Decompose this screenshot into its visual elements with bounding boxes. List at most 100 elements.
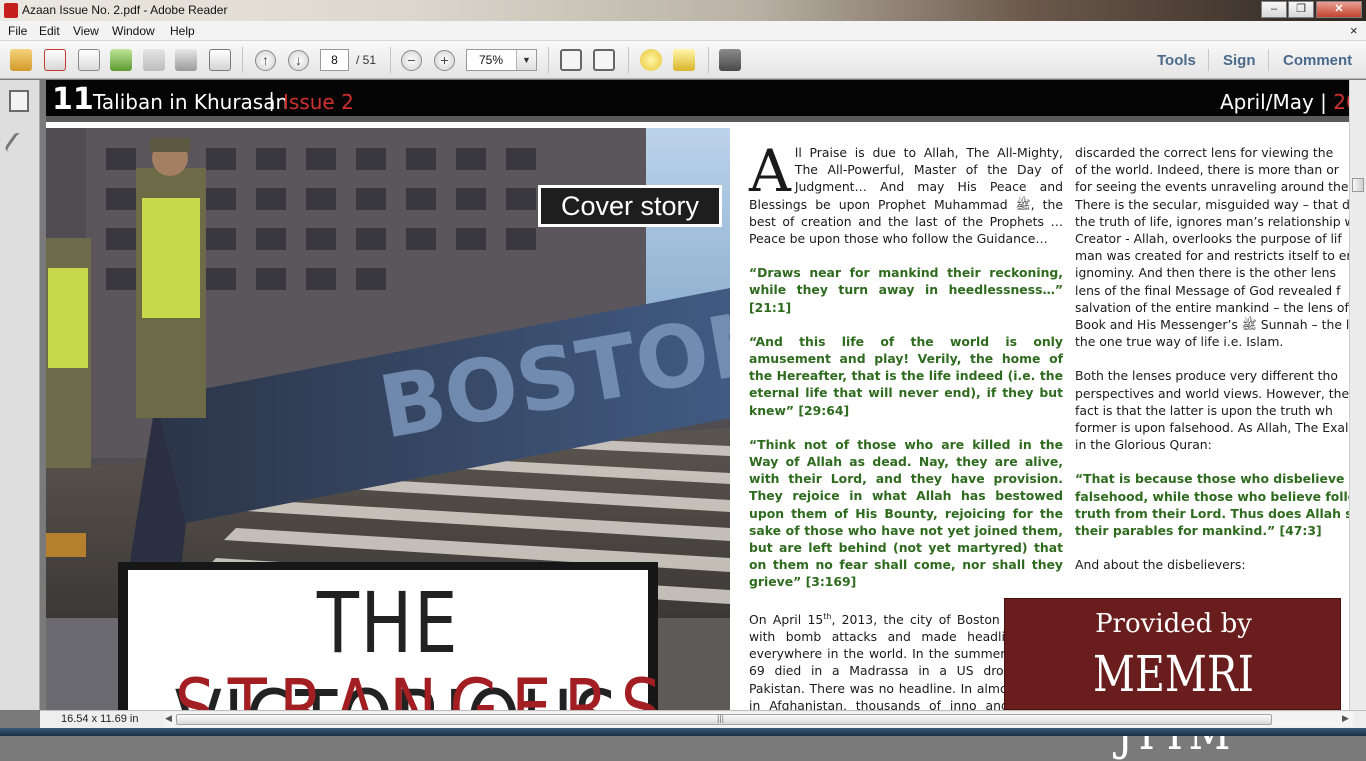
- cover-story-label: Cover story: [538, 185, 722, 227]
- magazine-title: Taliban in Khurasan: [93, 90, 289, 114]
- chevron-down-icon[interactable]: ▼: [516, 50, 536, 70]
- magazine-page-number: 11: [52, 82, 94, 117]
- next-page-icon[interactable]: ↓: [288, 50, 309, 71]
- status-bar: 16.54 x 11.69 in ◀ ||| ▶: [40, 710, 1366, 728]
- edit-document-icon[interactable]: [78, 49, 100, 71]
- col2-line: Book and His Messenger’s ﷺ Sunnah – the …: [1075, 317, 1349, 333]
- create-pdf-icon[interactable]: [44, 49, 66, 71]
- page-number-input[interactable]: 8: [320, 49, 349, 71]
- col2-line: the truth of life, ignores man’s relatio…: [1075, 213, 1349, 229]
- fit-width-icon[interactable]: [560, 49, 582, 71]
- zoom-in-icon[interactable]: +: [434, 50, 455, 71]
- close-window-button[interactable]: ✕: [1316, 1, 1362, 18]
- horizontal-scrollbar-thumb[interactable]: |||: [176, 713, 1272, 725]
- magazine-date-year: 201: [1333, 90, 1349, 114]
- horizontal-scrollbar[interactable]: ◀ ||| ▶: [164, 712, 1354, 727]
- comment-pane-button[interactable]: Comment: [1283, 52, 1352, 69]
- fit-page-icon[interactable]: [593, 49, 615, 71]
- col2-spacer: [1075, 539, 1349, 556]
- close-document-icon[interactable]: ×: [1350, 23, 1358, 38]
- magazine-header: 11 Taliban in Khurasan | Issue 2 April/M…: [46, 80, 1349, 122]
- os-taskbar: [0, 728, 1366, 736]
- highlight-text-icon[interactable]: [673, 49, 695, 71]
- watermark-line-2: MEMRI JTTM: [1093, 645, 1254, 761]
- col2-quote-line: falsehood, while those who believe follo: [1075, 488, 1349, 504]
- page-total-label: / 51: [356, 53, 377, 67]
- article-paragraph-start: On April 15: [749, 611, 824, 627]
- col2-line: in the Glorious Quran:: [1075, 437, 1212, 453]
- col2-quote-line: their parables for mankind.” [47:3]: [1075, 523, 1322, 539]
- col2-line: salvation of the entire mankind – the le…: [1075, 299, 1349, 315]
- upload-cloud-icon[interactable]: [110, 49, 132, 71]
- window-titlebar: Azaan Issue No. 2.pdf - Adobe Reader ‒ ❐…: [0, 0, 1366, 21]
- full-screen-icon[interactable]: [719, 49, 741, 71]
- headline-line-2: STRANGERS: [174, 664, 674, 712]
- menu-edit[interactable]: Edit: [39, 24, 60, 38]
- article-column-2: discarded the correct lens for viewing t…: [1075, 144, 1349, 573]
- col2-line: for seeing the events unraveling around …: [1075, 179, 1349, 195]
- menu-help[interactable]: Help: [170, 24, 195, 38]
- tools-pane-button[interactable]: Tools: [1157, 52, 1196, 69]
- headline-box: THE VICTORIOUS STRANGERS: [118, 562, 674, 712]
- zoom-out-icon[interactable]: −: [401, 50, 422, 71]
- menu-bar: File Edit View Window Help ×: [0, 21, 1366, 41]
- menu-file[interactable]: File: [8, 24, 27, 38]
- vertical-scrollbar-thumb[interactable]: [1352, 178, 1364, 192]
- attachments-icon[interactable]: [3, 131, 25, 155]
- col2-spacer: [1075, 453, 1349, 470]
- minimize-button[interactable]: ‒: [1261, 1, 1287, 18]
- col2-line: former is upon falsehood. As Allah, The …: [1075, 420, 1349, 436]
- col2-line: fact is that the latter is upon the trut…: [1075, 402, 1333, 418]
- sticky-note-icon[interactable]: [640, 49, 662, 71]
- quran-quote-2: “And this life of the world is only amus…: [749, 333, 1063, 418]
- email-icon[interactable]: [209, 49, 231, 71]
- page-thumbnails-icon[interactable]: [9, 90, 29, 112]
- toolbar-separator: [708, 47, 709, 73]
- window-title: Azaan Issue No. 2.pdf - Adobe Reader: [22, 3, 228, 17]
- memri-watermark: Provided by MEMRI JTTM: [1004, 598, 1341, 761]
- magazine-date: April/May | 201: [1220, 90, 1349, 114]
- col2-line: the one true way of life i.e. Islam.: [1075, 334, 1284, 350]
- toolbar-separator: [390, 47, 391, 73]
- magazine-date-months: April/May |: [1220, 90, 1334, 114]
- col2-line: man was created for and restricts itself…: [1075, 248, 1349, 264]
- navigation-pane: [0, 80, 40, 710]
- scrollbar-grip-icon: |||: [717, 713, 725, 723]
- col2-line: of the world. Indeed, there is more than…: [1075, 162, 1339, 178]
- drop-cap: A: [749, 137, 791, 205]
- zoom-level-select[interactable]: 75% ▼: [466, 49, 537, 71]
- col2-spacer: [1075, 350, 1349, 367]
- col2-line: ignominy. And then there is the other le…: [1075, 265, 1336, 281]
- open-file-icon[interactable]: [10, 49, 32, 71]
- main-toolbar: ↑ ↓ 8 / 51 − + 75% ▼ Tools Sign Comment: [0, 41, 1366, 79]
- scroll-left-icon[interactable]: ◀: [165, 713, 172, 724]
- scroll-right-icon[interactable]: ▶: [1342, 713, 1349, 724]
- headline-panel: THE VICTORIOUS STRANGERS: [128, 570, 674, 712]
- col2-line: There is the secular, misguided way – th…: [1075, 196, 1349, 212]
- adobe-reader-icon: [4, 3, 18, 18]
- col2-quote-line: truth from their Lord. Thus does Allah s…: [1075, 505, 1349, 521]
- zoom-level-value: 75%: [478, 53, 504, 67]
- save-icon[interactable]: [143, 49, 165, 71]
- magazine-issue: Issue 2: [283, 90, 354, 114]
- col2-line: And about the disbelievers:: [1075, 557, 1246, 573]
- menu-view[interactable]: View: [73, 24, 99, 38]
- sign-pane-button[interactable]: Sign: [1223, 52, 1256, 69]
- toolbar-separator: [548, 47, 549, 73]
- previous-page-icon[interactable]: ↑: [255, 50, 276, 71]
- menu-window[interactable]: Window: [112, 24, 155, 38]
- vertical-scrollbar[interactable]: [1349, 80, 1366, 712]
- article-intro: ll Praise is due to Allah, The All-Might…: [749, 145, 1063, 247]
- print-icon[interactable]: [175, 49, 197, 71]
- watermark-line-1: Provided by: [1095, 609, 1252, 639]
- toolbar-separator: [628, 47, 629, 73]
- magazine-separator: |: [269, 90, 275, 112]
- col2-line: discarded the correct lens for viewing t…: [1075, 145, 1334, 160]
- page-size-label: 16.54 x 11.69 in: [61, 713, 139, 725]
- toolbar-separator: [1208, 49, 1209, 71]
- quran-quote-1: “Draws near for mankind their reckoning,…: [749, 265, 1063, 315]
- maximize-button[interactable]: ❐: [1288, 1, 1314, 18]
- quran-quote-3: “Think not of those who are killed in th…: [749, 436, 1063, 590]
- toolbar-separator: [242, 47, 243, 73]
- toolbar-separator: [1268, 49, 1269, 71]
